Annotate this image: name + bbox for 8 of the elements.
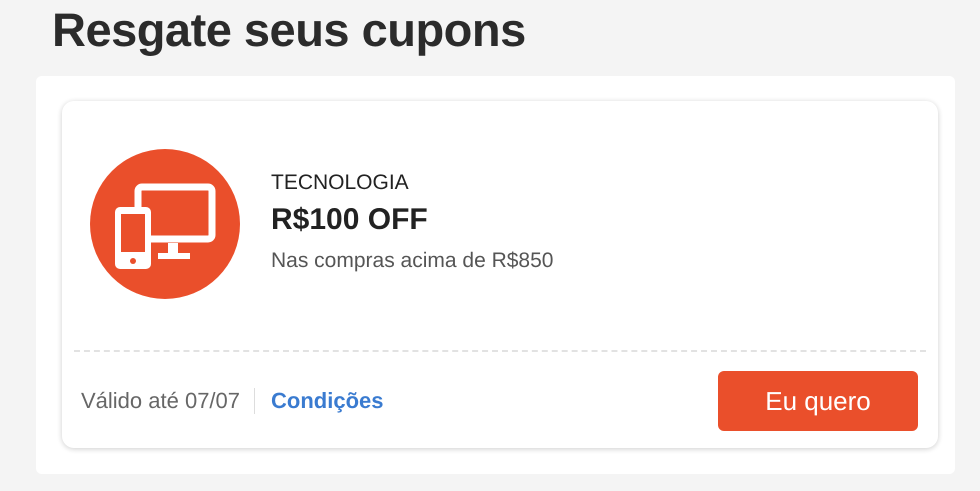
page-title: Resgate seus cupons (51, 2, 527, 58)
devices-icon (90, 149, 240, 299)
category-label: TECNOLOGIA (271, 171, 410, 195)
validity-date: Válido até 07/07 (81, 388, 256, 414)
conditions-link[interactable]: Condições (271, 388, 384, 414)
purchase-condition: Nas compras acima de R$850 (271, 249, 554, 273)
claim-button[interactable]: Eu quero (718, 371, 918, 431)
discount-amount: R$100 OFF (271, 203, 429, 237)
